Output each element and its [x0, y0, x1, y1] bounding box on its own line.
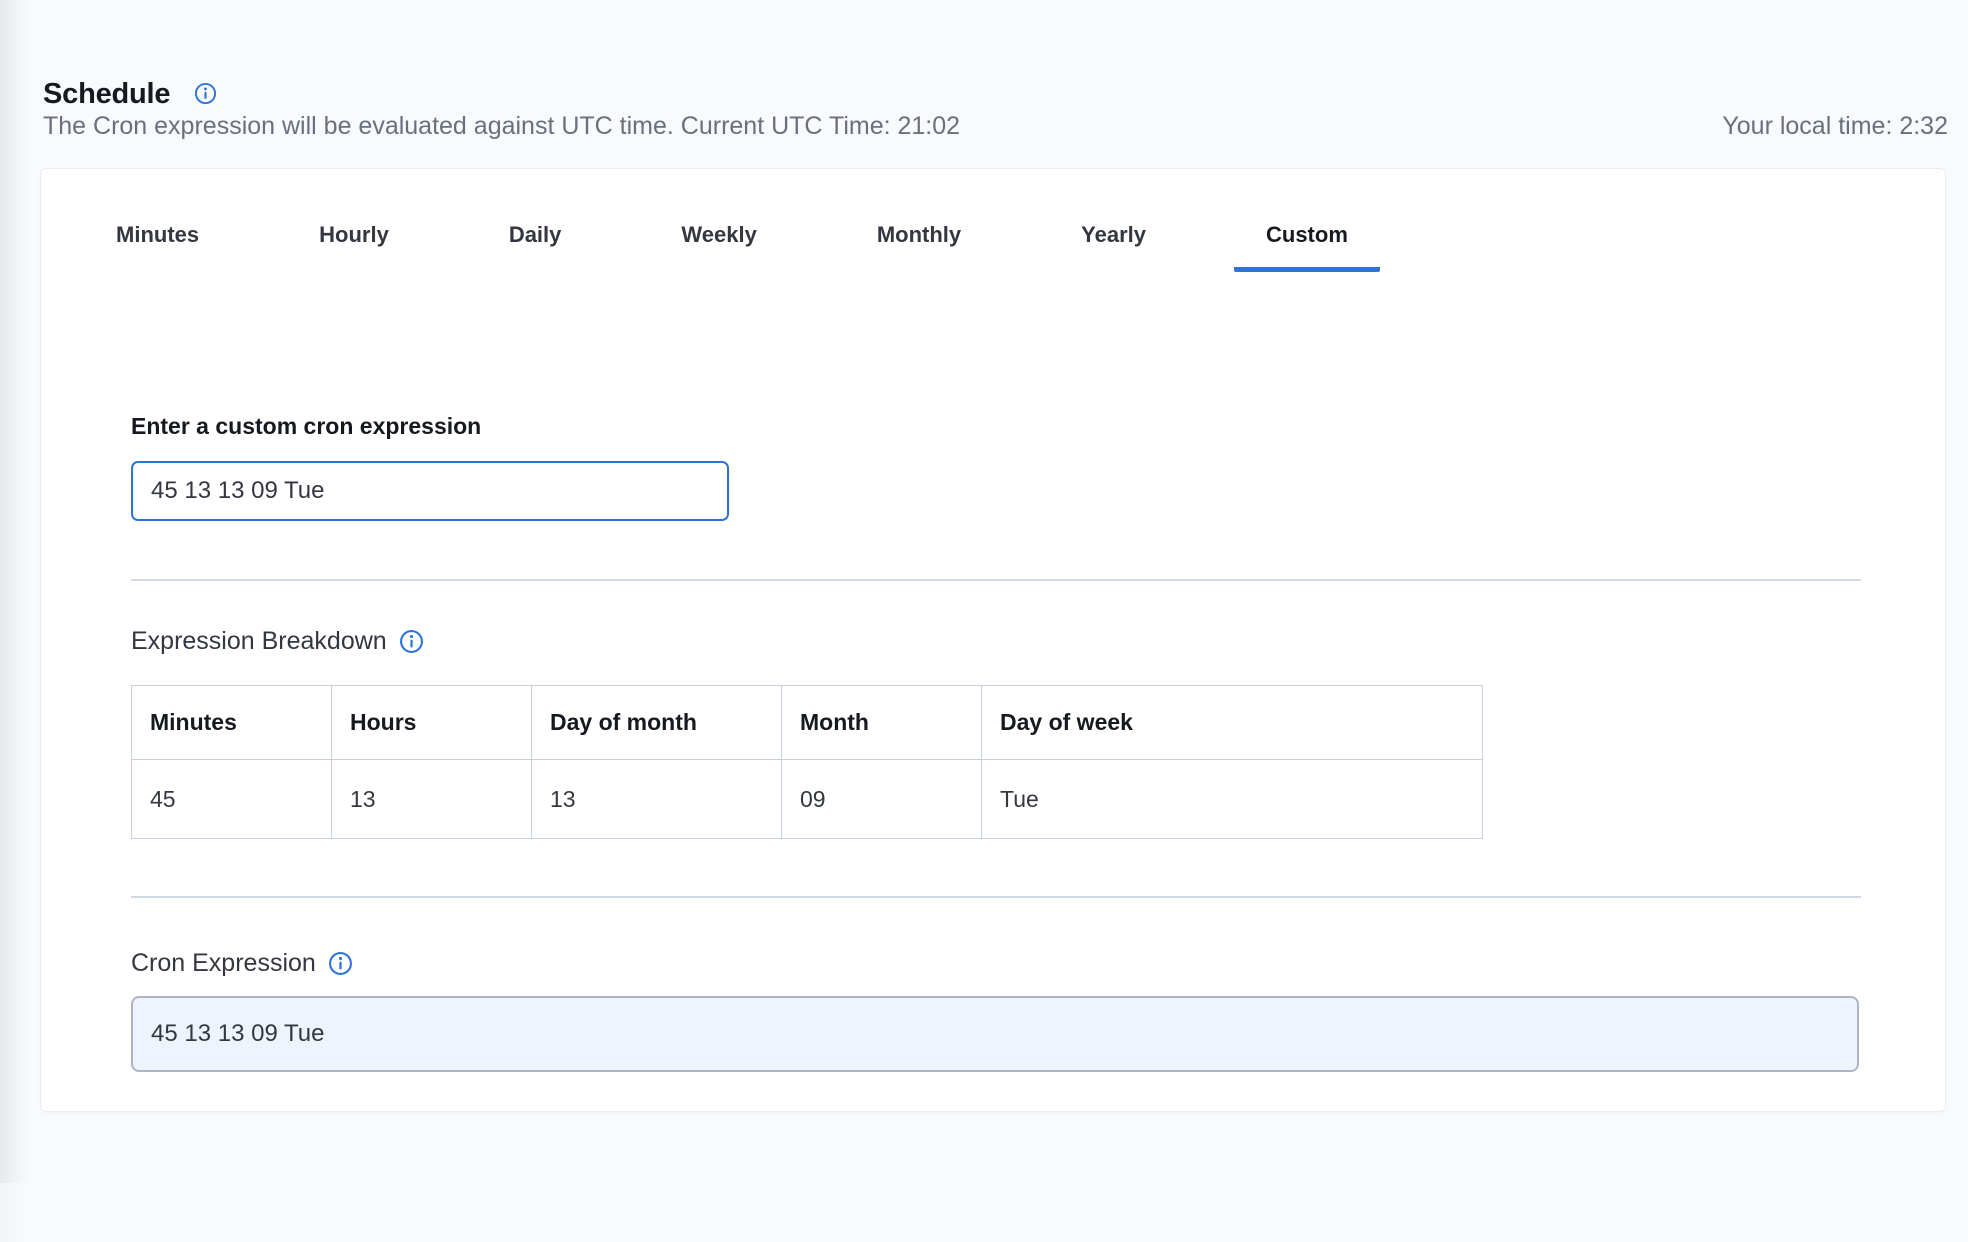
col-header-hours: Hours — [332, 686, 532, 760]
cell-hours: 13 — [332, 760, 532, 839]
cell-day-of-month: 13 — [532, 760, 782, 839]
schedule-card: Minutes Hourly Daily Weekly Monthly Year… — [40, 168, 1946, 1112]
schedule-tabs: Minutes Hourly Daily Weekly Monthly Year… — [84, 206, 1380, 272]
section-divider — [131, 579, 1861, 581]
schedule-page: Schedule The Cron expression will be eva… — [0, 0, 1968, 1242]
page-title: Schedule — [43, 78, 170, 111]
tab-custom[interactable]: Custom — [1234, 206, 1380, 272]
tab-monthly[interactable]: Monthly — [845, 206, 993, 272]
table-header-row: Minutes Hours Day of month Month Day of … — [132, 686, 1483, 760]
tab-yearly[interactable]: Yearly — [1049, 206, 1178, 272]
left-edge-shadow — [0, 0, 34, 1242]
col-header-month: Month — [782, 686, 982, 760]
breakdown-info-icon[interactable] — [399, 629, 424, 654]
schedule-info-icon[interactable] — [194, 82, 217, 105]
tab-minutes[interactable]: Minutes — [84, 206, 231, 272]
cron-expression-title-text: Cron Expression — [131, 949, 316, 978]
cron-expression-output[interactable] — [131, 996, 1859, 1072]
tab-daily[interactable]: Daily — [477, 206, 594, 272]
utc-time-note: The Cron expression will be evaluated ag… — [43, 112, 960, 141]
custom-cron-label: Enter a custom cron expression — [131, 413, 481, 440]
expression-breakdown-table: Minutes Hours Day of month Month Day of … — [131, 685, 1483, 839]
col-header-day-of-month: Day of month — [532, 686, 782, 760]
section-divider — [131, 896, 1861, 898]
cell-month: 09 — [782, 760, 982, 839]
tab-hourly[interactable]: Hourly — [287, 206, 421, 272]
tab-weekly[interactable]: Weekly — [649, 206, 788, 272]
table-row: 45 13 13 09 Tue — [132, 760, 1483, 839]
bottom-background-band — [0, 1183, 1968, 1242]
cron-expression-info-icon[interactable] — [328, 951, 353, 976]
col-header-minutes: Minutes — [132, 686, 332, 760]
cell-day-of-week: Tue — [982, 760, 1483, 839]
breakdown-section-title: Expression Breakdown — [131, 627, 424, 656]
cron-expression-section-title: Cron Expression — [131, 949, 353, 978]
custom-cron-input[interactable] — [131, 461, 729, 521]
col-header-day-of-week: Day of week — [982, 686, 1483, 760]
cell-minutes: 45 — [132, 760, 332, 839]
breakdown-title-text: Expression Breakdown — [131, 627, 387, 656]
local-time-label: Your local time: 2:32 — [1722, 112, 1948, 141]
